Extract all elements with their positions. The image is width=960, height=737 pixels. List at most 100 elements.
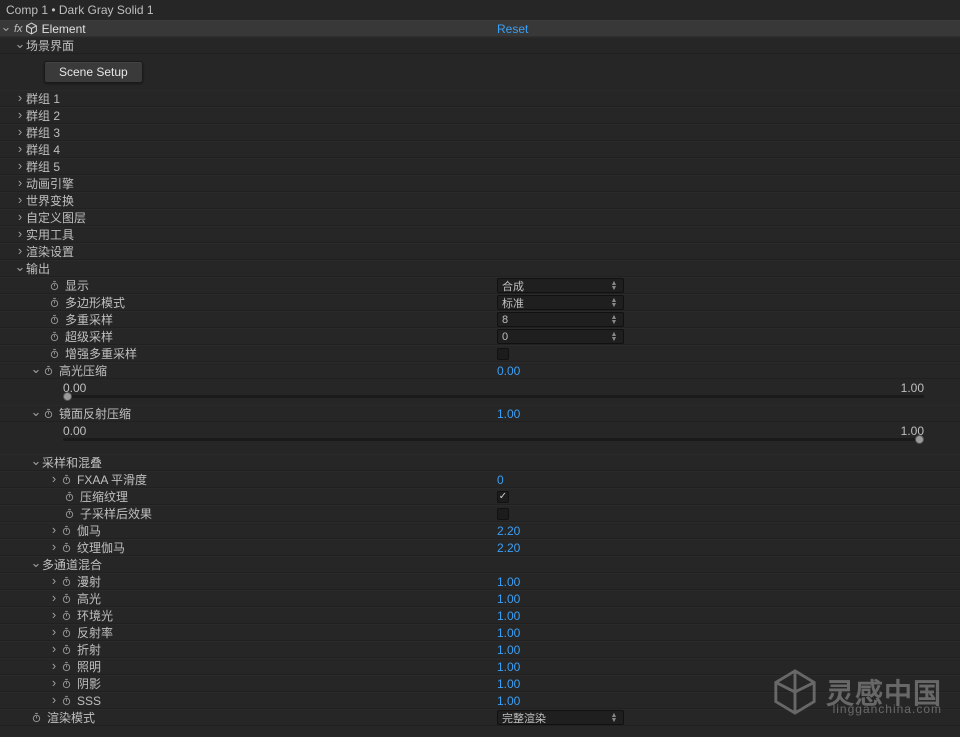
slider-thumb[interactable] — [915, 435, 924, 444]
checkbox-enhance-ms[interactable] — [497, 348, 509, 360]
value-gamma[interactable]: 2.20 — [497, 524, 520, 538]
collapse-tex-gamma[interactable] — [48, 540, 60, 555]
stopwatch-icon[interactable] — [60, 592, 73, 605]
collapse-effect[interactable] — [0, 21, 12, 37]
select-supersample[interactable]: 0▲▼ — [497, 329, 624, 344]
collapse-scene[interactable] — [14, 38, 26, 54]
chevron-down-icon: ▲▼ — [609, 279, 619, 292]
collapse-custom-layers[interactable] — [14, 210, 26, 225]
reset-link[interactable]: Reset — [497, 22, 528, 36]
group-anim-engine: 动画引擎 — [26, 175, 74, 192]
stopwatch-icon[interactable] — [48, 296, 61, 309]
select-render-mode[interactable]: 完整渲染▲▼ — [497, 710, 624, 725]
checkbox-subsample[interactable] — [497, 508, 509, 520]
collapse-illum[interactable] — [48, 659, 60, 674]
chevron-down-icon: ▲▼ — [609, 711, 619, 724]
label-illum: 照明 — [77, 658, 101, 675]
collapse-group4[interactable] — [14, 142, 26, 157]
label-polymode: 多边形模式 — [65, 294, 125, 311]
checkbox-comp-tex[interactable] — [497, 491, 509, 503]
collapse-specular-comp[interactable] — [30, 406, 42, 422]
stopwatch-icon[interactable] — [60, 660, 73, 673]
collapse-highlight-comp[interactable] — [30, 363, 42, 379]
stopwatch-icon[interactable] — [48, 279, 61, 292]
stopwatch-icon[interactable] — [63, 507, 76, 520]
collapse-output[interactable] — [14, 261, 26, 277]
section-scene: 场景界面 — [26, 37, 74, 54]
label-specular-comp: 镜面反射压缩 — [59, 405, 131, 422]
group-3: 群组 3 — [26, 124, 60, 141]
select-polymode[interactable]: 标准▲▼ — [497, 295, 624, 310]
stopwatch-icon[interactable] — [60, 643, 73, 656]
effect-name: Element — [42, 22, 86, 36]
collapse-world-transform[interactable] — [14, 193, 26, 208]
slider-highlight-comp[interactable] — [63, 395, 924, 398]
slider-specular-comp[interactable] — [63, 438, 924, 441]
value-refract[interactable]: 1.00 — [497, 643, 520, 657]
select-display[interactable]: 合成▲▼ — [497, 278, 624, 293]
collapse-sampling[interactable] — [30, 455, 42, 471]
stopwatch-icon[interactable] — [60, 575, 73, 588]
collapse-group2[interactable] — [14, 108, 26, 123]
collapse-render-settings[interactable] — [14, 244, 26, 259]
label-diffuse: 漫射 — [77, 573, 101, 590]
stopwatch-icon[interactable] — [48, 313, 61, 326]
collapse-group1[interactable] — [14, 91, 26, 106]
slider-min: 0.00 — [63, 424, 86, 438]
collapse-ambient[interactable] — [48, 608, 60, 623]
breadcrumb: Comp 1 • Dark Gray Solid 1 — [0, 0, 960, 20]
collapse-group3[interactable] — [14, 125, 26, 140]
stopwatch-icon[interactable] — [60, 524, 73, 537]
stopwatch-icon[interactable] — [60, 677, 73, 690]
collapse-group5[interactable] — [14, 159, 26, 174]
group-2: 群组 2 — [26, 107, 60, 124]
value-shadow[interactable]: 1.00 — [497, 677, 520, 691]
stopwatch-icon[interactable] — [48, 347, 61, 360]
collapse-gamma[interactable] — [48, 523, 60, 538]
value-diffuse[interactable]: 1.00 — [497, 575, 520, 589]
label-comp-tex: 压缩纹理 — [80, 488, 128, 505]
value-highlight-comp[interactable]: 0.00 — [497, 364, 520, 378]
value-reflect[interactable]: 1.00 — [497, 626, 520, 640]
value-ambient[interactable]: 1.00 — [497, 609, 520, 623]
collapse-anim-engine[interactable] — [14, 176, 26, 191]
collapse-sss[interactable] — [48, 693, 60, 708]
collapse-reflect[interactable] — [48, 625, 60, 640]
value-tex-gamma[interactable]: 2.20 — [497, 541, 520, 555]
label-highlight-comp: 高光压缩 — [59, 362, 107, 379]
group-util: 实用工具 — [26, 226, 74, 243]
value-fxaa[interactable]: 0 — [497, 473, 504, 487]
value-specular-comp[interactable]: 1.00 — [497, 407, 520, 421]
collapse-fxaa[interactable] — [48, 472, 60, 487]
stopwatch-icon[interactable] — [42, 364, 55, 377]
collapse-specular[interactable] — [48, 591, 60, 606]
scene-setup-button[interactable]: Scene Setup — [44, 61, 143, 83]
cube-icon — [25, 22, 39, 36]
stopwatch-icon[interactable] — [60, 541, 73, 554]
label-display: 显示 — [65, 277, 89, 294]
value-specular[interactable]: 1.00 — [497, 592, 520, 606]
select-multisample[interactable]: 8▲▼ — [497, 312, 624, 327]
collapse-multipass[interactable] — [30, 557, 42, 573]
collapse-diffuse[interactable] — [48, 574, 60, 589]
stopwatch-icon[interactable] — [42, 407, 55, 420]
collapse-refract[interactable] — [48, 642, 60, 657]
label-supersample: 超级采样 — [65, 328, 113, 345]
label-shadow: 阴影 — [77, 675, 101, 692]
stopwatch-icon[interactable] — [60, 609, 73, 622]
collapse-util[interactable] — [14, 227, 26, 242]
stopwatch-icon[interactable] — [60, 473, 73, 486]
stopwatch-icon[interactable] — [48, 330, 61, 343]
value-sss[interactable]: 1.00 — [497, 694, 520, 708]
label-enhance-ms: 增强多重采样 — [65, 345, 137, 362]
section-output: 输出 — [26, 260, 50, 277]
stopwatch-icon[interactable] — [63, 490, 76, 503]
value-illum[interactable]: 1.00 — [497, 660, 520, 674]
stopwatch-icon[interactable] — [60, 694, 73, 707]
collapse-shadow[interactable] — [48, 676, 60, 691]
chevron-down-icon: ▲▼ — [609, 296, 619, 309]
label-specular: 高光 — [77, 590, 101, 607]
stopwatch-icon[interactable] — [30, 711, 43, 724]
slider-thumb[interactable] — [63, 392, 72, 401]
stopwatch-icon[interactable] — [60, 626, 73, 639]
